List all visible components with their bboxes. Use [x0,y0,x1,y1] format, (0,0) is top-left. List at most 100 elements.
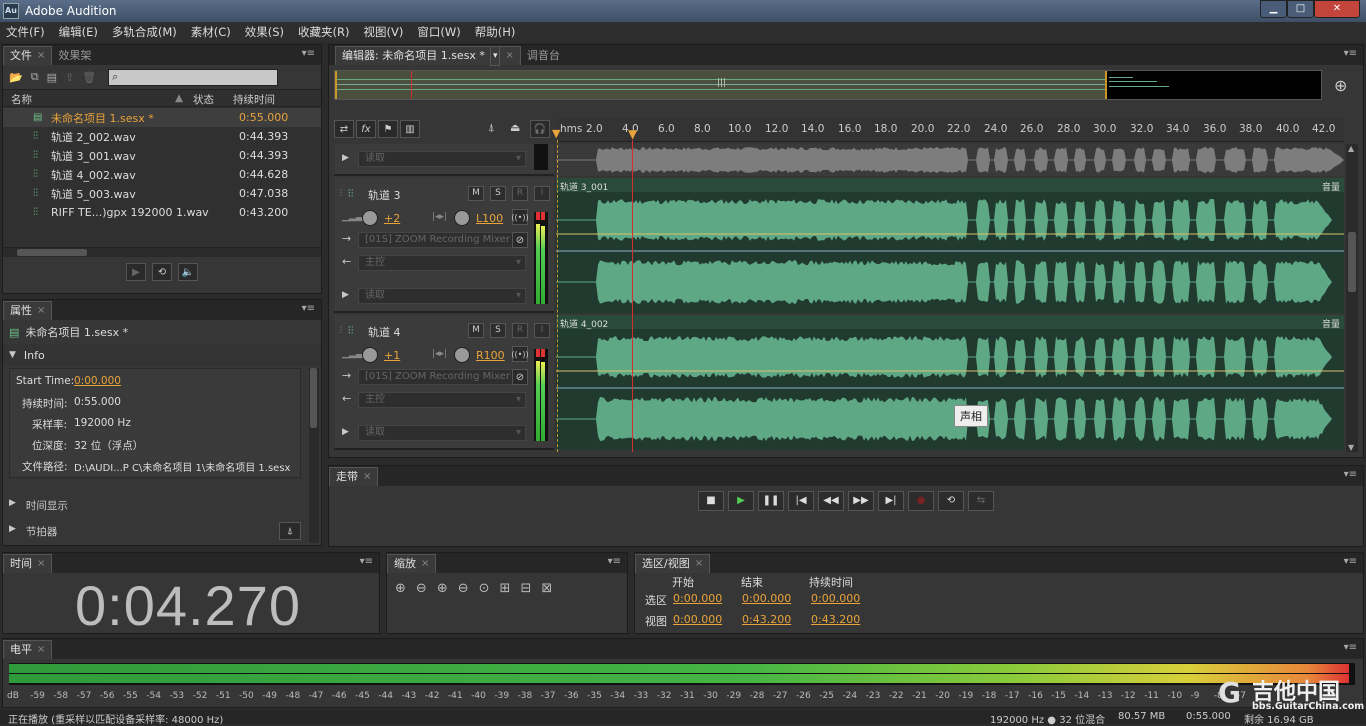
volume-value[interactable]: +1 [384,349,400,362]
zoom-out-amplitude-icon[interactable]: ⊖ [416,581,427,596]
zoom-full-icon[interactable]: ⊙ [479,581,490,596]
close-icon[interactable]: × [505,47,513,65]
start-time-value[interactable]: 0:00.000 [74,375,121,387]
close-icon[interactable]: × [363,468,371,486]
volume-value[interactable]: +2 [384,212,400,225]
menu-window[interactable]: 窗口(W) [417,24,460,40]
fx-icon[interactable]: fx [356,120,376,138]
panel-menu-icon[interactable]: ▾≡ [360,556,373,567]
mute-button[interactable]: M [468,186,484,201]
pause-button[interactable]: ❚❚ [758,491,784,511]
expand-right-icon[interactable]: ▶ [342,290,349,300]
properties-scrollbar[interactable] [309,368,319,543]
panel-menu-icon[interactable]: ▾≡ [1344,642,1357,653]
close-icon[interactable]: × [695,555,703,573]
time-display-section[interactable]: ▶ 时间显示 [9,498,68,513]
loop-playback-button[interactable]: ⟲ [938,491,964,511]
tab-editor[interactable]: 编辑器: 未命名项目 1.sesx * ▾ × [335,46,521,66]
input-select[interactable]: [01S] ZOOM Recording Mixer▾ [358,369,526,385]
search-input[interactable]: ⌕ [108,68,279,86]
menu-clip[interactable]: 素材(C) [191,24,231,40]
selection-duration-value[interactable]: 0:00.000 [811,592,860,605]
maximize-button[interactable]: □ [1287,0,1314,18]
input-select[interactable]: [01S] ZOOM Recording Mixer▾ [358,232,526,248]
close-button[interactable]: ✕ [1314,0,1360,18]
stop-button[interactable]: ■ [698,491,724,511]
list-item[interactable]: ▤ 未命名项目 1.sesx * 0:55.000 [3,108,321,127]
time-ruler[interactable]: hms 2.0 4.0 6.0 8.0 10.0 12.0 14.0 16.0 … [552,118,1344,142]
list-item[interactable]: ⫶⫶ 轨道 5_003.wav 0:47.038 [3,184,321,203]
stereo-icon[interactable]: ((•)) [511,209,529,225]
menu-multitrack[interactable]: 多轨合成(M) [112,24,177,40]
list-item[interactable]: ⫶⫶ 轨道 2_002.wav 0:44.393 [3,127,321,146]
menu-help[interactable]: 帮助(H) [475,24,516,40]
automation-mode-select[interactable]: 读取 ▾ [358,288,526,304]
phase-invert-icon[interactable]: ⊘ [512,369,528,385]
expand-right-icon[interactable]: ▶ [342,153,349,163]
tab-time[interactable]: 时间 × [3,554,53,573]
loop-preview-button[interactable]: ⟲ [152,263,172,281]
insert-icon[interactable]: ⇪ [65,71,74,84]
play-button[interactable]: ▶ [728,491,754,511]
autoplay-button[interactable]: 🔈 [178,263,198,281]
playhead[interactable] [632,140,633,452]
output-select[interactable]: 主控 ▾ [358,255,526,271]
new-file-icon[interactable]: ▤ [47,71,57,84]
menu-favorites[interactable]: 收藏夹(R) [298,24,349,40]
trash-icon[interactable]: 🗑 [82,71,96,84]
selection-start-value[interactable]: 0:00.000 [673,592,722,605]
close-icon[interactable]: × [37,302,45,320]
tab-level[interactable]: 电平 × [3,640,53,659]
pan-knob[interactable] [454,347,470,363]
tab-selection-view[interactable]: 选区/视图 × [635,554,711,573]
overview-bar[interactable]: ||| [334,70,1322,100]
chevron-down-icon[interactable]: ▾ [489,46,501,66]
loop-icon[interactable]: ⇄ [334,120,354,138]
panel-menu-icon[interactable]: ▾≡ [608,556,621,567]
view-start-value[interactable]: 0:00.000 [673,613,722,626]
output-select[interactable]: 主控 ▾ [358,392,526,408]
close-icon[interactable]: × [37,641,45,659]
pan-value[interactable]: L100 [476,212,503,225]
clip-track3[interactable]: 轨道 3_001 音量 [556,178,1344,313]
zoom-out-time-icon[interactable]: ⊖ [458,581,469,596]
time-display[interactable]: 0:04.270 [75,573,301,638]
zoom-in-time-icon[interactable]: ⊕ [437,581,448,596]
open-folder-icon[interactable]: 📂 [9,71,23,84]
col-status[interactable]: 状态 [193,92,214,107]
automation-mode-select[interactable]: 读取 ▾ [358,425,526,441]
skip-selection-button[interactable]: ⇆ [968,491,994,511]
tab-mixer[interactable]: 调音台 [521,46,566,65]
metronome-section[interactable]: ▶ 节拍器 [9,524,57,539]
headphones-icon[interactable]: 🎧 [530,120,550,138]
close-icon[interactable]: × [37,555,45,573]
panel-menu-icon[interactable]: ▾≡ [302,303,315,314]
rewind-button[interactable]: ◀◀ [818,491,844,511]
menu-edit[interactable]: 编辑(E) [59,24,98,40]
menu-effects[interactable]: 效果(S) [245,24,284,40]
stereo-icon[interactable]: ((•)) [511,346,529,362]
panel-menu-icon[interactable]: ▾≡ [1344,469,1357,480]
volume-knob[interactable] [362,210,378,226]
info-section-header[interactable]: ▼ Info [3,344,321,366]
list-item[interactable]: ⫶⫶ 轨道 4_002.wav 0:44.628 [3,165,321,184]
skip-back-button[interactable]: |◀ [788,491,814,511]
track-name[interactable]: 轨道 4 [368,324,401,340]
play-preview-button[interactable]: ▶ [126,263,146,281]
close-icon[interactable]: × [421,555,429,573]
pan-value[interactable]: R100 [476,349,505,362]
track-name[interactable]: 轨道 3 [368,187,401,203]
tab-files[interactable]: 文件 × [3,46,53,65]
files-scrollbar[interactable] [3,247,321,257]
phase-invert-icon[interactable]: ⊘ [512,232,528,248]
selection-end-value[interactable]: 0:00.000 [742,592,791,605]
playhead-marker-icon[interactable]: ▼ [628,127,637,141]
zoom-selection-icon[interactable]: ⊞ [500,581,511,596]
skip-forward-button[interactable]: ▶| [878,491,904,511]
pan-knob[interactable] [454,210,470,226]
import-icon[interactable]: ⧉ [31,70,39,84]
eq-icon[interactable]: ▥ [400,120,420,138]
zoom-in-point-icon[interactable]: ⊟ [520,581,531,596]
metronome-icon[interactable]: ⍋ [279,522,301,540]
panel-menu-icon[interactable]: ▾≡ [302,48,315,59]
